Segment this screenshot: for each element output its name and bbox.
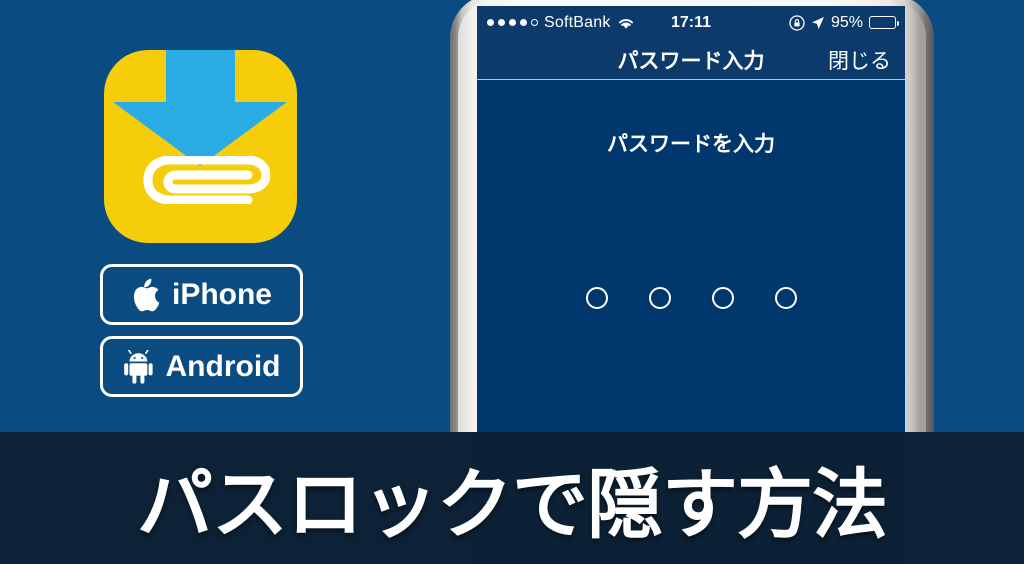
status-bar: SoftBank 17:11 95% xyxy=(477,6,905,39)
badge-iphone[interactable]: iPhone xyxy=(100,264,303,325)
apple-logo-icon xyxy=(133,278,160,311)
battery-icon xyxy=(869,16,899,29)
passcode-prompt: パスワードを入力 xyxy=(607,133,775,156)
status-bar-right: 95% xyxy=(789,13,899,32)
badge-android[interactable]: Android xyxy=(100,336,303,397)
passcode-dot xyxy=(585,287,608,309)
battery-percent-label: 95% xyxy=(830,13,863,31)
banner-title: パスロックで隠す方法 xyxy=(137,460,888,549)
location-arrow-icon xyxy=(811,16,824,29)
android-robot-icon xyxy=(123,349,153,384)
passcode-dot xyxy=(774,287,797,309)
passcode-dot xyxy=(648,287,671,309)
paperclip-icon xyxy=(143,156,270,204)
passcode-dot xyxy=(711,287,734,309)
badge-android-label: Android xyxy=(165,349,281,383)
close-button[interactable]: 閉じる xyxy=(828,45,891,75)
rotation-lock-icon xyxy=(789,14,805,31)
passcode-dots xyxy=(477,287,905,309)
badge-iphone-label: iPhone xyxy=(171,277,272,311)
download-paperclip-app-icon xyxy=(104,50,297,243)
nav-bar: パスワード入力 閉じる xyxy=(477,39,905,80)
screenshot-stage: iPhone Android SoftBank 17:11 95% パスワード入… xyxy=(0,0,1024,564)
